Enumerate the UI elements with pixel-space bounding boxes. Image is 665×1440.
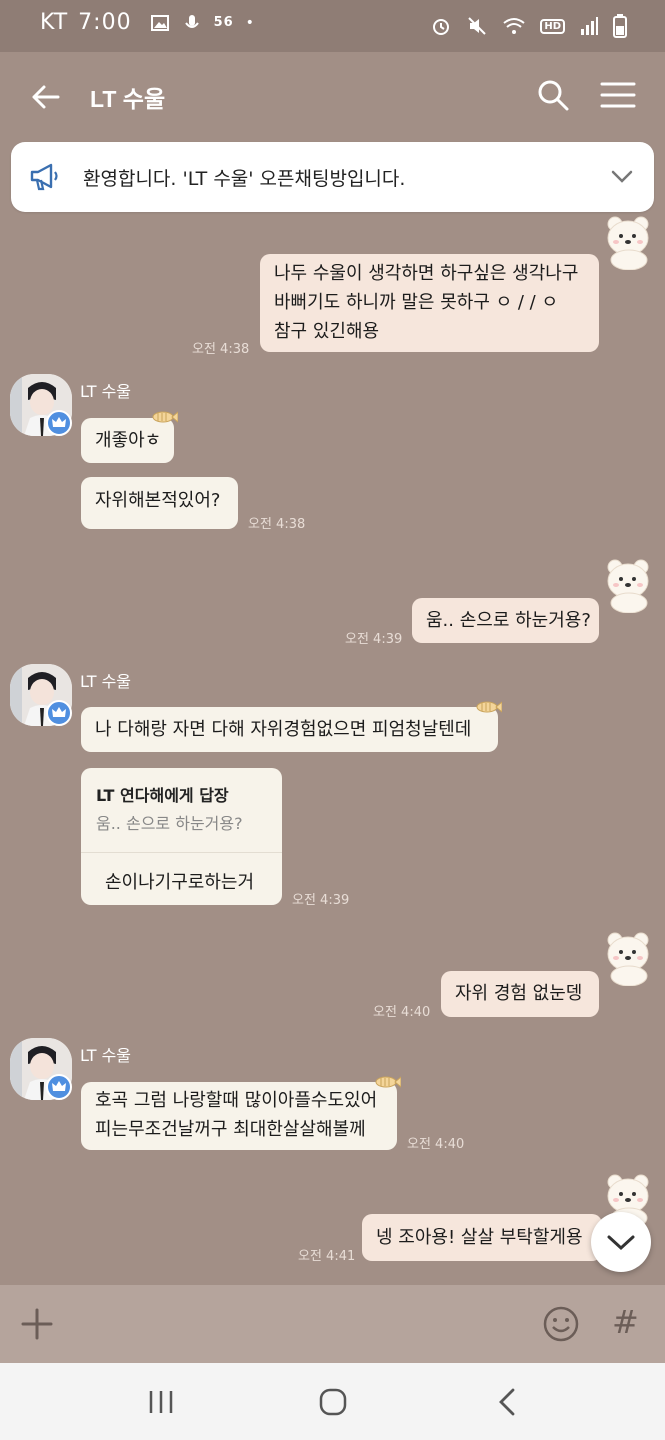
- battery-icon: [613, 14, 627, 38]
- alarm-icon: [433, 19, 450, 35]
- message-line: 바뻐기도 하니까 말은 못하구 ㅇ / / ㅇ: [274, 292, 559, 313]
- fish-tag-icon: [375, 1076, 401, 1088]
- my-message-bubble: 자위 경험 없눈뎅: [441, 971, 599, 1017]
- chevron-down-icon: [607, 1235, 635, 1251]
- reply-quote: 움.. 손으로 하눈거용?: [96, 814, 243, 833]
- hd-badge: HD: [540, 18, 565, 34]
- chevron-down-icon[interactable]: [610, 164, 634, 188]
- bear-sticker-icon: [607, 559, 649, 613]
- microphone-icon: [184, 14, 199, 28]
- status-right: HD: [430, 14, 627, 38]
- nav-back-icon[interactable]: [496, 1387, 518, 1417]
- reply-message-bubble[interactable]: LT 연다해에게 답장 움.. 손으로 하눈거용? 손이나기구로하는거: [81, 768, 282, 905]
- search-icon[interactable]: [536, 78, 570, 112]
- fish-tag-icon: [152, 411, 178, 423]
- reply-body: 손이나기구로하는거: [105, 872, 255, 893]
- their-message-bubble: 개좋아ㅎ: [81, 418, 174, 463]
- system-nav-bar: [0, 1363, 665, 1440]
- message-time: 오전 4:38: [248, 517, 306, 532]
- mute-icon: [468, 17, 487, 35]
- bear-sticker-icon: [607, 932, 649, 986]
- megaphone-icon: [30, 163, 58, 191]
- my-message-bubble: 넹 조아용! 살살 부탁할게용: [362, 1214, 602, 1261]
- scroll-down-button[interactable]: [591, 1212, 651, 1272]
- input-bar: #: [0, 1285, 665, 1363]
- my-message-bubble: 나두 수울이 생각하면 하구싶은 생각나구 바뻐기도 하니까 말은 못하구 ㅇ …: [260, 254, 599, 352]
- fish-tag-icon: [476, 701, 502, 713]
- sender-name: LT 수울: [80, 672, 132, 691]
- reply-target-name: LT 연다해에게 답장: [96, 786, 229, 805]
- menu-icon[interactable]: [600, 80, 636, 110]
- chat-header: LT 수울: [0, 52, 665, 140]
- crown-badge-icon: [46, 1074, 72, 1100]
- message-time: 오전 4:39: [292, 893, 350, 908]
- their-message-bubble: 나 다해랑 자면 다해 자위경험없으면 피엄청날텐데: [81, 707, 498, 752]
- notice-banner[interactable]: 환영합니다. 'LT 수울' 오픈채팅방입니다.: [11, 142, 654, 212]
- network-speed: 56: [213, 15, 234, 30]
- sender-name: LT 수울: [80, 382, 132, 401]
- home-icon[interactable]: [318, 1387, 348, 1417]
- plus-icon[interactable]: [20, 1307, 54, 1341]
- message-time: 오전 4:39: [345, 632, 403, 647]
- carrier-label: KT: [40, 10, 69, 35]
- their-message-bubble: 자위해본적있어?: [81, 477, 238, 529]
- message-line: 나두 수울이 생각하면 하구싶은 생각나구: [274, 263, 579, 284]
- hashtag-button[interactable]: #: [612, 1303, 639, 1341]
- signal-icon: [581, 17, 598, 35]
- message-time: 오전 4:38: [192, 342, 250, 357]
- bear-sticker-icon: [607, 216, 649, 270]
- notice-text: 환영합니다. 'LT 수울' 오픈채팅방입니다.: [83, 168, 406, 190]
- message-time: 오전 4:40: [407, 1137, 465, 1152]
- crown-badge-icon: [46, 410, 72, 436]
- back-arrow-icon[interactable]: [28, 80, 62, 114]
- clock: 7:00: [78, 10, 132, 35]
- recent-apps-icon[interactable]: [148, 1389, 174, 1415]
- message-line: 호곡 그럼 나랑할때 많이아플수도있어: [95, 1090, 378, 1111]
- emoji-icon[interactable]: [542, 1305, 580, 1343]
- status-left: KT 7:00 56 •: [40, 10, 255, 35]
- chat-title: LT 수울: [90, 86, 166, 112]
- dot-indicator: •: [245, 14, 255, 31]
- message-line: 피는무조건날꺼구 최대한살살해볼께: [95, 1119, 366, 1140]
- their-message-bubble: 호곡 그럼 나랑할때 많이아플수도있어 피는무조건날꺼구 최대한살살해볼께: [81, 1082, 397, 1150]
- sender-name: LT 수울: [80, 1046, 132, 1065]
- message-line: 참구 있긴해용: [274, 321, 380, 342]
- image-icon: [150, 14, 169, 31]
- message-time: 오전 4:40: [373, 1005, 431, 1020]
- wifi-icon: [503, 18, 525, 34]
- crown-badge-icon: [46, 700, 72, 726]
- my-message-bubble: 움.. 손으로 하눈거용?: [412, 598, 599, 643]
- status-bar: KT 7:00 56 • HD: [0, 0, 665, 52]
- message-time: 오전 4:41: [298, 1249, 356, 1264]
- divider: [81, 852, 282, 853]
